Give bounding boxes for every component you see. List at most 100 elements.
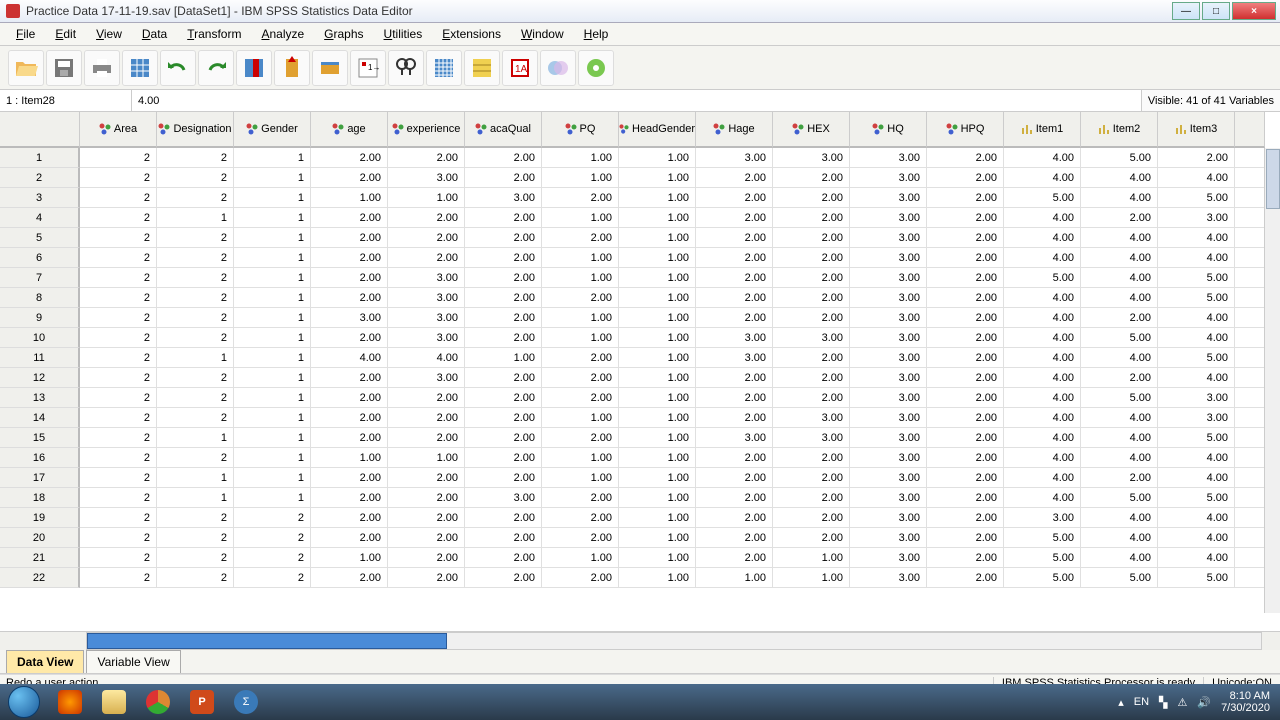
taskbar-chrome-icon[interactable]: [138, 688, 178, 716]
data-cell[interactable]: 1: [234, 448, 311, 468]
data-cell[interactable]: 4.00: [1081, 268, 1158, 288]
data-cell[interactable]: 2: [157, 408, 234, 428]
data-cell[interactable]: 2.00: [1158, 148, 1235, 168]
row-header[interactable]: 1: [0, 148, 80, 168]
row-header[interactable]: 5: [0, 228, 80, 248]
data-cell[interactable]: 3.00: [388, 288, 465, 308]
data-cell[interactable]: 1.00: [619, 268, 696, 288]
taskbar-spss-icon[interactable]: Σ: [226, 688, 266, 716]
data-cell[interactable]: 4.00: [1004, 448, 1081, 468]
data-cell[interactable]: 1.00: [542, 168, 619, 188]
data-cell[interactable]: 3.00: [388, 368, 465, 388]
data-cell[interactable]: 3.00: [850, 208, 927, 228]
data-cell[interactable]: 4.00: [1004, 488, 1081, 508]
data-cell[interactable]: 4.00: [1081, 228, 1158, 248]
menu-graphs[interactable]: Graphs: [314, 24, 373, 44]
data-cell[interactable]: 2.00: [311, 488, 388, 508]
data-grid[interactable]: AreaDesignationGenderageexperienceacaQua…: [0, 112, 1280, 632]
data-cell[interactable]: 2.00: [542, 488, 619, 508]
data-cell[interactable]: 4.00: [1004, 168, 1081, 188]
data-cell[interactable]: 1: [234, 248, 311, 268]
data-cell[interactable]: 4.00: [1158, 168, 1235, 188]
column-header-hq[interactable]: HQ: [850, 112, 927, 148]
data-cell[interactable]: 2.00: [927, 348, 1004, 368]
data-cell[interactable]: 2.00: [465, 368, 542, 388]
data-cell[interactable]: 2.00: [311, 228, 388, 248]
data-cell[interactable]: 2.00: [542, 528, 619, 548]
data-cell[interactable]: 2.00: [388, 208, 465, 228]
data-cell[interactable]: 1.00: [388, 448, 465, 468]
data-cell[interactable]: 2: [157, 148, 234, 168]
data-cell[interactable]: 4.00: [1004, 248, 1081, 268]
data-cell[interactable]: 1.00: [619, 248, 696, 268]
data-cell[interactable]: 2.00: [927, 148, 1004, 168]
data-cell[interactable]: 2.00: [773, 488, 850, 508]
data-cell[interactable]: 2: [80, 288, 157, 308]
data-cell[interactable]: 3.00: [1158, 408, 1235, 428]
data-cell[interactable]: 2.00: [927, 208, 1004, 228]
data-cell[interactable]: 1: [234, 208, 311, 228]
data-cell[interactable]: 2.00: [542, 228, 619, 248]
data-cell[interactable]: 4.00: [388, 348, 465, 368]
data-cell[interactable]: 3.00: [696, 328, 773, 348]
tab-variable-view[interactable]: Variable View: [86, 650, 180, 673]
column-header-item1[interactable]: Item1: [1004, 112, 1081, 148]
data-cell[interactable]: 2.00: [773, 268, 850, 288]
data-cell[interactable]: 1: [234, 348, 311, 368]
data-cell[interactable]: 1.00: [542, 548, 619, 568]
data-cell[interactable]: 2: [80, 248, 157, 268]
data-cell[interactable]: 1.00: [619, 368, 696, 388]
data-cell[interactable]: 5.00: [1004, 548, 1081, 568]
data-cell[interactable]: 2.00: [927, 288, 1004, 308]
data-cell[interactable]: 4.00: [1081, 348, 1158, 368]
data-cell[interactable]: 1.00: [542, 268, 619, 288]
data-cell[interactable]: 1.00: [619, 488, 696, 508]
data-cell[interactable]: 2.00: [311, 508, 388, 528]
data-cell[interactable]: 2.00: [311, 288, 388, 308]
data-cell[interactable]: 2.00: [388, 388, 465, 408]
data-cell[interactable]: 1: [157, 468, 234, 488]
data-cell[interactable]: 2.00: [465, 508, 542, 528]
data-cell[interactable]: 2.00: [465, 328, 542, 348]
data-cell[interactable]: 5.00: [1004, 568, 1081, 588]
data-cell[interactable]: 2.00: [311, 368, 388, 388]
data-cell[interactable]: 2.00: [696, 408, 773, 428]
data-cell[interactable]: 2.00: [542, 188, 619, 208]
data-cell[interactable]: 2.00: [927, 268, 1004, 288]
row-header[interactable]: 13: [0, 388, 80, 408]
data-cell[interactable]: 3.00: [388, 268, 465, 288]
data-cell[interactable]: 4.00: [1158, 548, 1235, 568]
data-cell[interactable]: 2: [80, 208, 157, 228]
menu-analyze[interactable]: Analyze: [251, 24, 314, 44]
tray-wifi-icon[interactable]: ⚠: [1177, 696, 1187, 709]
data-cell[interactable]: 2.00: [927, 528, 1004, 548]
data-cell[interactable]: 2.00: [927, 508, 1004, 528]
data-cell[interactable]: 2.00: [773, 368, 850, 388]
data-cell[interactable]: 2.00: [696, 168, 773, 188]
data-cell[interactable]: 3.00: [850, 268, 927, 288]
data-cell[interactable]: 2.00: [927, 448, 1004, 468]
data-cell[interactable]: 3.00: [850, 188, 927, 208]
data-cell[interactable]: 1.00: [465, 348, 542, 368]
row-header[interactable]: 6: [0, 248, 80, 268]
data-cell[interactable]: 2: [80, 368, 157, 388]
menu-help[interactable]: Help: [574, 24, 619, 44]
data-cell[interactable]: 5.00: [1158, 488, 1235, 508]
vertical-scrollbar[interactable]: [1264, 148, 1280, 613]
data-cell[interactable]: 2.00: [927, 228, 1004, 248]
data-cell[interactable]: 1: [157, 488, 234, 508]
data-cell[interactable]: 3.00: [850, 488, 927, 508]
data-cell[interactable]: 2.00: [773, 168, 850, 188]
data-cell[interactable]: 3.00: [388, 308, 465, 328]
cell-value-box[interactable]: 4.00: [132, 90, 1141, 111]
cell-address-box[interactable]: 1 : Item28: [0, 90, 132, 111]
data-cell[interactable]: 2.00: [465, 468, 542, 488]
data-cell[interactable]: 2.00: [927, 488, 1004, 508]
column-header-acaqual[interactable]: acaQual: [465, 112, 542, 148]
data-cell[interactable]: 4.00: [1158, 308, 1235, 328]
menu-edit[interactable]: Edit: [45, 24, 86, 44]
data-cell[interactable]: 4.00: [1081, 248, 1158, 268]
data-cell[interactable]: 1: [234, 308, 311, 328]
data-cell[interactable]: 5.00: [1158, 268, 1235, 288]
data-cell[interactable]: 1.00: [619, 548, 696, 568]
